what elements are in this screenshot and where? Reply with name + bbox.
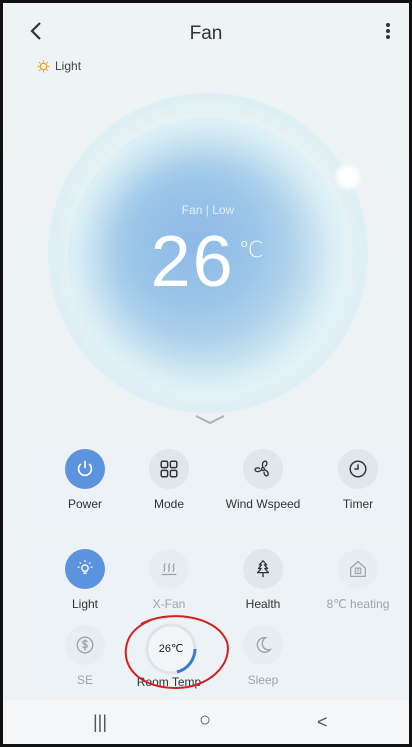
moon-icon <box>256 636 273 653</box>
dollar-icon <box>76 636 94 654</box>
fan-icon <box>254 460 269 477</box>
health-control[interactable]: Health <box>217 549 309 611</box>
svg-text:8: 8 <box>356 569 360 575</box>
heating-8c-label: 8℃ heating <box>326 597 390 611</box>
heating-8c-control[interactable]: 8 8℃ heating <box>312 549 404 611</box>
light-control[interactable]: Light <box>39 549 131 611</box>
light-indicator-label: Light <box>55 59 82 73</box>
temperature-value: 26 ℃ <box>48 221 368 303</box>
timer-label: Timer <box>342 497 374 511</box>
temperature-dial[interactable]: Fan | Low 26 ℃ <box>48 93 368 413</box>
bulb-icon <box>37 59 50 73</box>
chevron-down-icon[interactable] <box>193 413 227 427</box>
power-control[interactable]: Power <box>39 449 131 511</box>
mode-button[interactable] <box>149 449 189 489</box>
power-button[interactable] <box>65 449 105 489</box>
top-bar: Fan <box>3 21 409 51</box>
timer-button[interactable] <box>338 449 378 489</box>
home-button[interactable]: ○ <box>199 709 211 732</box>
timer-control[interactable]: Timer <box>312 449 404 511</box>
temperature-unit: ℃ <box>238 237 266 262</box>
mode-control[interactable]: Mode <box>123 449 215 511</box>
power-icon <box>77 460 93 477</box>
annotation-circle <box>124 615 229 690</box>
house-8-icon: 8 <box>350 561 366 577</box>
page-title: Fan <box>189 23 223 44</box>
system-navbar: ||| ○ < <box>3 700 409 744</box>
wind-speed-button[interactable] <box>243 449 283 489</box>
x-fan-label: X-Fan <box>152 597 186 611</box>
mode-status: Fan | Low <box>181 203 235 217</box>
health-label: Health <box>245 597 281 611</box>
x-fan-button[interactable] <box>149 549 189 589</box>
se-button[interactable] <box>65 625 105 665</box>
main-controls-card: Power Mode Wind Wspeed Timer <box>36 437 406 529</box>
recents-button[interactable]: ||| <box>93 712 107 733</box>
x-fan-control[interactable]: X-Fan <box>123 549 215 611</box>
dial-handle[interactable] <box>334 163 362 191</box>
heating-8c-button[interactable]: 8 <box>338 549 378 589</box>
health-button[interactable] <box>243 549 283 589</box>
sleep-button[interactable] <box>243 625 283 665</box>
more-vertical-icon <box>386 23 390 39</box>
clock-icon <box>349 460 367 478</box>
se-label: SE <box>76 673 93 687</box>
more-options-button[interactable] <box>385 21 391 47</box>
app-screen: Fan Light Fan | Low 26 ℃ Power Mode Wind… <box>3 3 409 744</box>
wind-speed-control[interactable]: Wind Wspeed <box>217 449 309 511</box>
light-indicator: Light <box>37 59 81 73</box>
grid-icon <box>160 460 178 478</box>
light-button[interactable] <box>65 549 105 589</box>
heat-waves-icon <box>161 563 177 576</box>
light-label: Light <box>71 597 99 611</box>
wind-speed-label: Wind Wspeed <box>225 497 301 511</box>
tree-icon <box>256 560 270 578</box>
bulb-icon <box>77 560 93 574</box>
temperature-number: 26 <box>150 222 235 302</box>
system-back-button[interactable]: < <box>317 712 328 733</box>
se-control[interactable]: SE <box>39 625 131 687</box>
mode-label: Mode <box>153 497 185 511</box>
power-label: Power <box>67 497 102 511</box>
